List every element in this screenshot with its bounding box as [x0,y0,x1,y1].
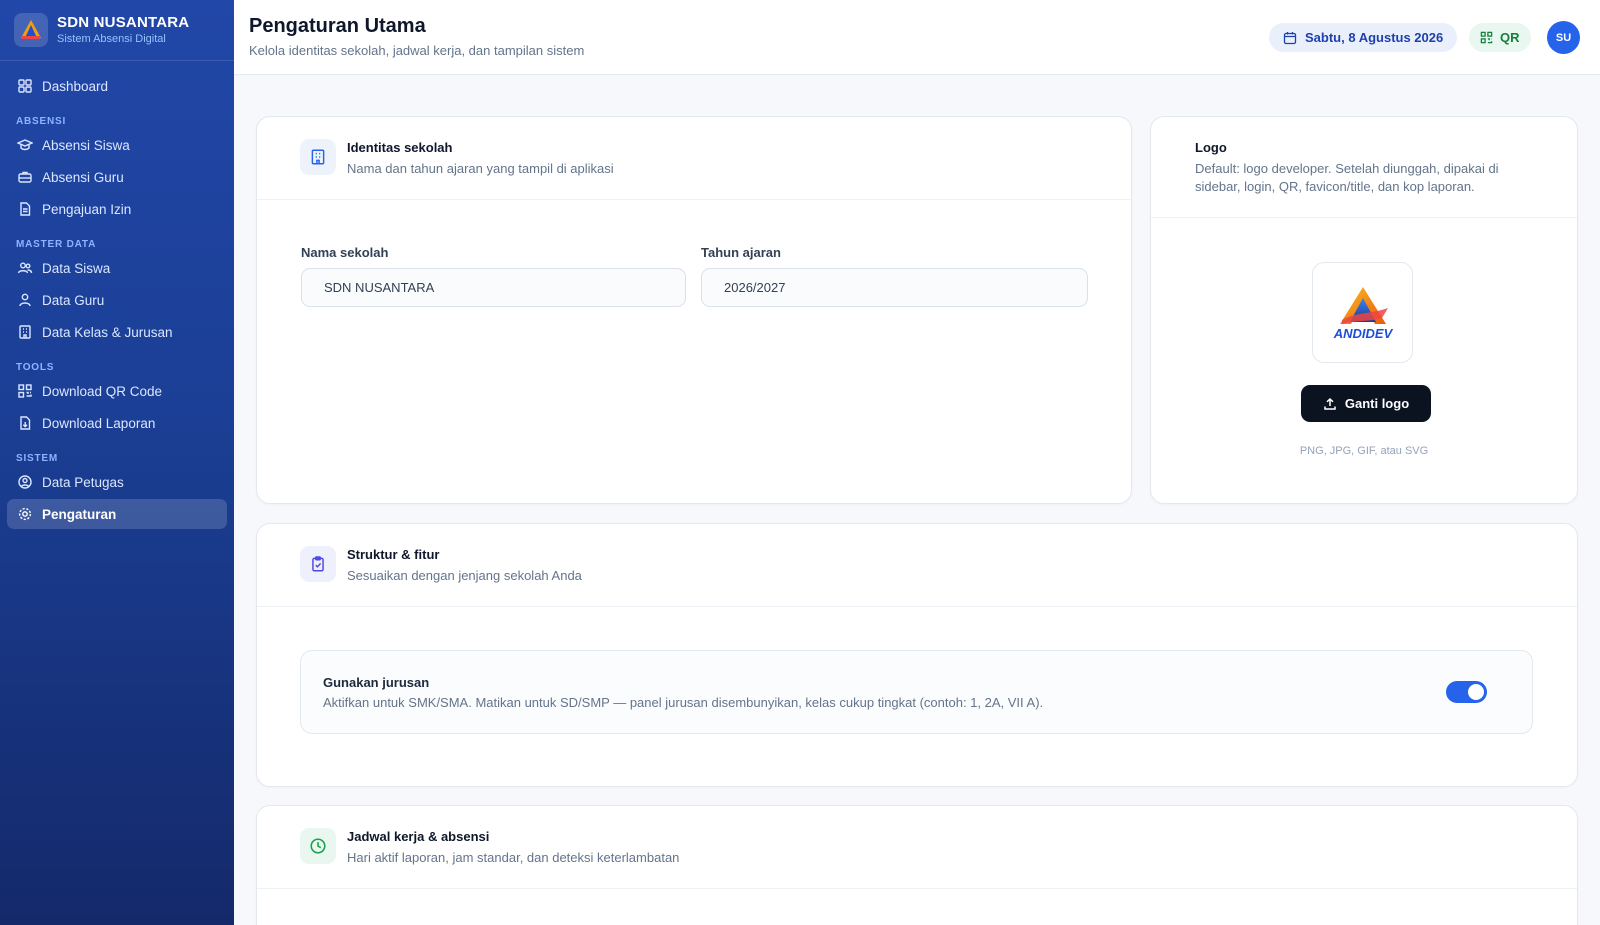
sidebar-item-download-qr[interactable]: Download QR Code [7,376,227,406]
sidebar-item-label: Pengaturan [42,506,117,522]
sidebar-item-data-siswa[interactable]: Data Siswa [7,253,227,283]
qr-button[interactable]: QR [1469,23,1531,52]
sidebar-item-label: Download Laporan [42,415,156,431]
brand[interactable]: SDN NUSANTARA Sistem Absensi Digital [0,0,234,61]
top-header: Pengaturan Utama Kelola identitas sekola… [234,0,1600,75]
document-icon [17,201,33,217]
svg-text:ANDIDEV: ANDIDEV [1332,326,1393,341]
section-master-data: MASTER DATA [16,239,97,250]
card-title: Jadwal kerja & absensi [347,829,490,844]
school-name-input[interactable] [301,268,686,307]
logo-preview: ANDIDEV [1312,262,1413,363]
student-icon [17,137,33,153]
academic-year-label: Tahun ajaran [701,245,781,260]
allowed-formats: PNG, JPG, GIF, atau SVG [1299,445,1429,457]
sidebar-item-pengaturan[interactable]: Pengaturan [7,499,227,529]
upload-icon [1323,397,1337,411]
card-description: Nama dan tahun ajaran yang tampil di apl… [347,161,614,176]
date-badge: Sabtu, 8 Agustus 2026 [1269,23,1458,52]
structure-card: Struktur & fitur Sesuaikan dengan jenjan… [256,523,1578,787]
clock-icon [300,828,336,864]
sidebar-item-label: Absensi Siswa [42,137,130,153]
sidebar-item-download-laporan[interactable]: Download Laporan [7,408,227,438]
structure-card-header: Struktur & fitur Sesuaikan dengan jenjan… [257,524,1577,607]
section-tools: TOOLS [16,362,55,373]
card-description: Default: logo developer. Setelah diungga… [1195,161,1499,194]
brand-logo [14,13,48,47]
identity-card: Identitas sekolah Nama dan tahun ajaran … [256,116,1132,504]
sidebar-item-label: Dashboard [42,78,109,94]
major-toggle-row: Gunakan jurusan Aktifkan untuk SMK/SMA. … [300,650,1533,734]
brand-name: SDN NUSANTARA [57,13,190,31]
card-title: Logo [1195,140,1227,155]
major-toggle-switch[interactable] [1446,681,1487,703]
page-subtitle: Kelola identitas sekolah, jadwal kerja, … [249,43,585,58]
major-toggle-description: Aktifkan untuk SMK/SMA. Matikan untuk SD… [323,695,1044,710]
gear-icon [17,506,33,522]
sidebar-nav: Dashboard ABSENSI Absensi Siswa Absensi … [0,61,234,529]
briefcase-icon [17,169,33,185]
academic-year-input[interactable] [701,268,1088,307]
clipboard-check-icon [300,546,336,582]
user-circle-icon [17,474,33,490]
card-title: Identitas sekolah [347,140,453,155]
sidebar-item-label: Data Siswa [42,260,111,276]
sidebar-item-label: Data Kelas & Jurusan [42,324,173,340]
change-logo-button[interactable]: Ganti logo [1301,385,1431,422]
building-icon [300,139,336,175]
sidebar-item-pengajuan-izin[interactable]: Pengajuan Izin [7,194,227,224]
qr-code-icon [1480,31,1493,44]
schedule-card-header: Jadwal kerja & absensi Hari aktif lapora… [257,806,1577,889]
report-icon [17,415,33,431]
sidebar-item-label: Absensi Guru [42,169,124,185]
date-text: Sabtu, 8 Agustus 2026 [1305,30,1444,45]
sidebar-item-data-kelas[interactable]: Data Kelas & Jurusan [7,317,227,347]
brand-subtitle: Sistem Absensi Digital [57,32,166,45]
qr-code-icon [17,383,33,399]
sidebar: SDN NUSANTARA Sistem Absensi Digital Das… [0,0,234,925]
page-title: Pengaturan Utama [249,15,426,37]
sidebar-item-label: Data Guru [42,292,105,308]
qr-label: QR [1500,30,1520,45]
identity-card-header: Identitas sekolah Nama dan tahun ajaran … [257,117,1131,200]
card-description: Sesuaikan dengan jenjang sekolah Anda [347,568,582,583]
user-icon [17,292,33,308]
sidebar-item-label: Pengajuan Izin [42,201,132,217]
andidev-logo-icon: ANDIDEV [1332,286,1393,341]
toggle-knob [1468,684,1484,700]
sidebar-item-dashboard[interactable]: Dashboard [7,71,227,101]
section-absensi: ABSENSI [16,116,67,127]
calendar-icon [1283,31,1297,45]
sidebar-item-absensi-siswa[interactable]: Absensi Siswa [7,130,227,160]
sidebar-item-data-petugas[interactable]: Data Petugas [7,467,227,497]
major-toggle-title: Gunakan jurusan [323,675,430,690]
sidebar-item-label: Data Petugas [42,474,124,490]
avatar[interactable]: SU [1547,21,1580,54]
section-sistem: SISTEM [16,453,59,464]
logo-card: Logo Default: logo developer. Setelah di… [1150,116,1578,504]
schedule-card: Jadwal kerja & absensi Hari aktif lapora… [256,805,1578,925]
card-title: Struktur & fitur [347,547,440,562]
school-name-label: Nama sekolah [301,245,389,260]
building-icon [17,324,33,340]
grid-icon [17,78,33,94]
sidebar-item-label: Download QR Code [42,383,163,399]
logo-card-header: Logo Default: logo developer. Setelah di… [1151,117,1577,218]
users-icon [17,260,33,276]
change-logo-label: Ganti logo [1344,396,1410,411]
sidebar-item-data-guru[interactable]: Data Guru [7,285,227,315]
card-description: Hari aktif laporan, jam standar, dan det… [347,850,680,865]
sidebar-item-absensi-guru[interactable]: Absensi Guru [7,162,227,192]
